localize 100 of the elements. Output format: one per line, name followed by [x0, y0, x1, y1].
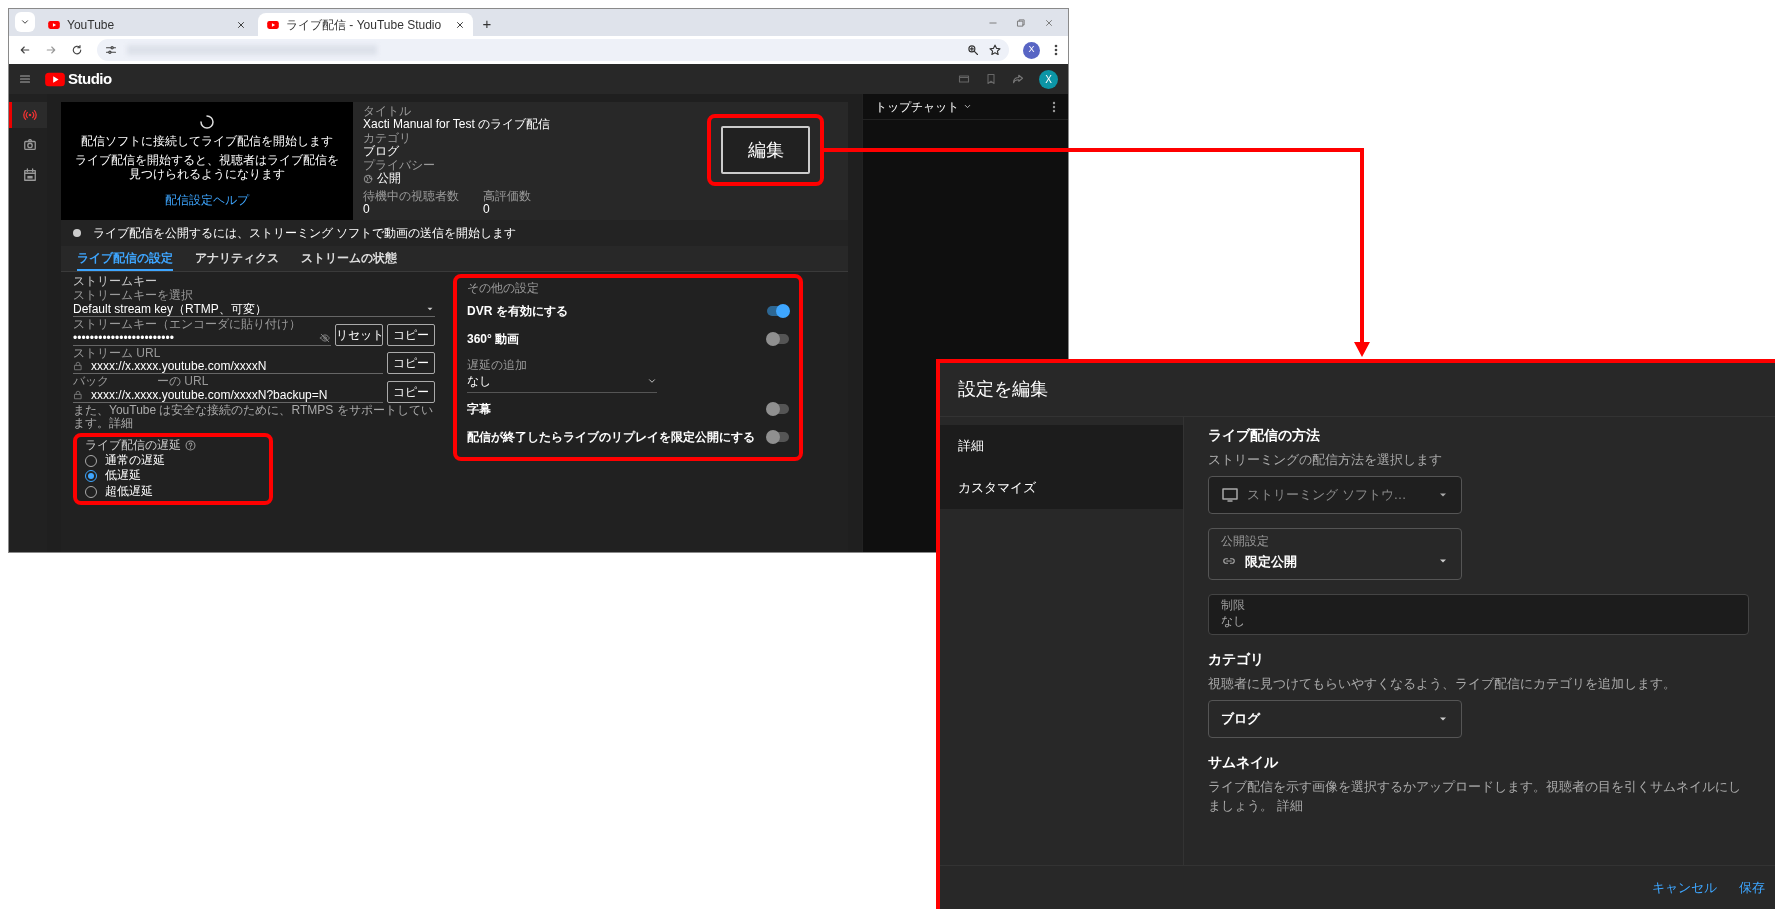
nav-rail-item[interactable]: [9, 102, 47, 128]
setting-label: 配信が終了したらライブのリプレイを限定公開にする: [467, 429, 755, 447]
text-field[interactable]: 制限 なし: [1208, 594, 1749, 636]
status-message: ライブ配信を公開するには、ストリーミング ソフトで動画の送信を開始します: [93, 224, 517, 242]
new-tab-button[interactable]: +: [477, 13, 497, 35]
setting-label: 字幕: [467, 401, 491, 419]
section-heading: サムネイル: [1208, 752, 1279, 772]
dialog-title: 設定を編集: [940, 363, 1775, 417]
status-dot: [73, 228, 81, 237]
stat-label: 高評価数: [483, 189, 531, 204]
edit-button[interactable]: 編集: [721, 126, 810, 174]
settings-tab[interactable]: ストリームの状態: [301, 245, 397, 271]
url-text: xxxx://x.xxxx.youtube.com/xxxxN: [91, 360, 267, 374]
close-icon: [236, 19, 246, 30]
section-description: ライブ配信を示す画像を選択するかアップロードします。視聴者の目を引くサムネイルにしましょう。 詳細: [1208, 777, 1742, 816]
reload-icon[interactable]: [71, 44, 83, 56]
help-link[interactable]: 配信設定ヘルプ: [165, 193, 249, 208]
dialog-button[interactable]: キャンセル: [1652, 877, 1717, 898]
radio-option[interactable]: 通常の遅延: [85, 452, 259, 469]
play-logo-icon: [45, 70, 65, 88]
field-label: タイトル: [363, 105, 412, 119]
clapper-icon[interactable]: [957, 73, 971, 85]
field-value: 公開: [377, 172, 401, 186]
section-heading: カテゴリ: [1208, 650, 1265, 670]
copy-button[interactable]: コピー: [387, 324, 435, 347]
play-logo-icon: [47, 19, 61, 30]
lock-icon: [73, 388, 83, 401]
settings-tab[interactable]: ライブ配信の設定: [77, 245, 173, 271]
preview-message: 配信ソフトに接続してライブ配信を開始します: [81, 134, 333, 149]
select-field[interactable]: ストリームキーを選択 Default stream key（RTMP、可変）: [73, 289, 435, 318]
more-vertical-icon[interactable]: [1054, 44, 1058, 56]
profile-avatar[interactable]: X: [1023, 41, 1040, 59]
monitor-icon: [1221, 486, 1239, 503]
share-arrow-icon[interactable]: [1011, 73, 1025, 85]
reset-button[interactable]: リセット: [335, 324, 383, 347]
field-label: ストリーム URL: [73, 347, 162, 361]
help-icon[interactable]: [185, 439, 196, 451]
broadcast-icon: [22, 108, 37, 122]
section-heading: その他の設定: [467, 281, 540, 296]
url-text: xxxx://x.xxxx.youtube.com/xxxxN?backup=N: [91, 388, 328, 402]
section-description: 視聴者に見つけてもらいやすくなるよう、ライブ配信にカテゴリを追加します。: [1208, 675, 1677, 694]
setting-label: 360° 動画: [467, 331, 520, 349]
tune-icon[interactable]: [105, 44, 117, 56]
globe-icon: [363, 174, 373, 185]
play-logo-icon: [266, 19, 280, 30]
section-description: ストリーミングの配信方法を選択します: [1208, 451, 1443, 469]
settings-tab[interactable]: アナリティクス: [195, 245, 279, 271]
stat-value: 0: [483, 203, 491, 217]
chat-filter-button[interactable]: トップチャット: [875, 97, 972, 116]
chevron-down-icon: [963, 102, 972, 111]
radio-label: 超低遅延: [105, 485, 153, 500]
select-field[interactable]: 遅延の追加 なし: [467, 359, 657, 394]
radio-option[interactable]: 超低遅延: [85, 484, 259, 501]
browser-tab[interactable]: ライブ配信 - YouTube Studio: [258, 13, 473, 36]
toggle-switch[interactable]: [767, 432, 789, 443]
preview-note: ライブ配信を開始すると、視聴者はライブ配信を見つけられるようになります: [74, 152, 340, 182]
forward-arrow-icon[interactable]: [45, 44, 57, 56]
browser-tab[interactable]: YouTube: [39, 13, 254, 36]
details-link[interactable]: 詳細: [1276, 798, 1303, 814]
toggle-switch[interactable]: [767, 306, 789, 317]
details-link[interactable]: 詳細: [109, 416, 133, 431]
close-tab-button[interactable]: [455, 19, 465, 30]
back-arrow-icon[interactable]: [19, 44, 31, 56]
copy-button[interactable]: コピー: [387, 380, 435, 403]
logo-text: Studio: [68, 68, 112, 89]
info-note: また、YouTube は安全な接続のために、RTMPS をサポートしています。詳細: [73, 403, 434, 432]
section-heading: ライブ配信の方法: [1208, 426, 1321, 445]
menu-icon[interactable]: [19, 73, 31, 85]
field-value: Xacti Manual for Test のライブ配信: [363, 118, 552, 132]
nav-item[interactable]: 詳細: [940, 425, 1183, 467]
eye-off-icon[interactable]: [319, 333, 331, 344]
copy-button[interactable]: コピー: [387, 352, 435, 375]
star-icon[interactable]: [989, 44, 1001, 56]
select-field[interactable]: ブログ: [1208, 699, 1462, 738]
restore-icon[interactable]: [1016, 17, 1026, 28]
select-field[interactable]: 公開設定 限定公開: [1208, 527, 1462, 581]
toggle-switch[interactable]: [767, 404, 789, 415]
field-value: ブログ: [363, 145, 400, 159]
bookmark-icon[interactable]: [985, 73, 997, 85]
stream-key-field[interactable]: ストリームキー（エンコーダに貼り付け） ••••••••••••••••••••••••: [73, 318, 331, 347]
toggle-switch[interactable]: [767, 334, 789, 345]
close-icon: [455, 19, 465, 30]
loading-spinner-icon: [199, 114, 215, 131]
account-avatar[interactable]: X: [1039, 69, 1058, 89]
section-heading: ライブ配信の遅延: [85, 438, 181, 453]
field-label: バック: [73, 375, 109, 389]
field-label: カテゴリ: [363, 132, 412, 145]
stat-label: 待機中の視聴者数: [363, 189, 459, 204]
nav-item[interactable]: カスタマイズ: [940, 467, 1183, 509]
dialog-button[interactable]: 保存: [1739, 877, 1765, 898]
field-label: ーの URL: [157, 375, 209, 389]
more-vertical-icon[interactable]: [1052, 100, 1056, 113]
close-tab-button[interactable]: [236, 19, 246, 30]
close-icon[interactable]: [1044, 17, 1054, 28]
chevron-down-icon: [20, 17, 30, 27]
radio-label: 通常の遅延: [105, 453, 165, 468]
zoom-icon[interactable]: [967, 44, 979, 56]
field-label: プライバシー: [363, 158, 436, 172]
lock-icon: [73, 360, 83, 373]
radio-option[interactable]: 低遅延: [85, 468, 259, 485]
